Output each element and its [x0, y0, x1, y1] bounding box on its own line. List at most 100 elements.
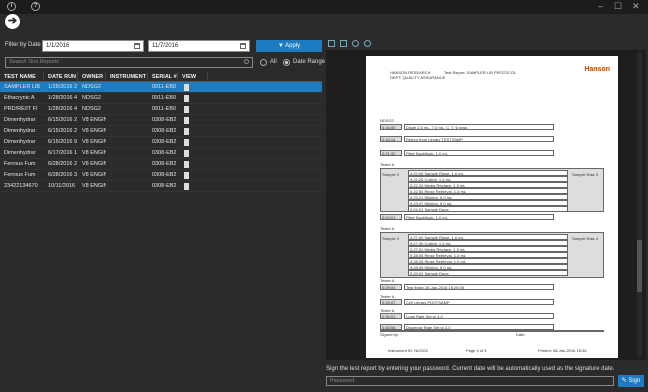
close-icon[interactable]: ✕ [632, 1, 640, 11]
col-date-run[interactable]: DATE RUN [44, 72, 78, 82]
table-cell: V8 ENGINEERI [82, 161, 106, 167]
table-row[interactable]: Ethacrynic A 1/28/2016 4 NDSG2 0911-EB0 [0, 93, 322, 104]
report-time: 0:24:01 [382, 215, 396, 220]
table-cell: 0308-EB2 [152, 139, 177, 145]
table-row[interactable]: Dimenhydrar 6/15/2016 2 V8 ENGINEERI 0308-E… [0, 126, 322, 137]
back-arrow-icon[interactable]: ➔ [5, 14, 20, 29]
view-document-icon[interactable] [184, 84, 189, 91]
table-row[interactable]: Ferrous Fum 6/28/2016 3 V8 ENGINEERI 0308-E… [0, 170, 322, 181]
table-cell [106, 93, 148, 104]
reports-table: TEST NAME DATE RUN OWNER INSTRUMENT SERI… [0, 72, 322, 192]
table-cell: Dimenhydrar [4, 117, 36, 123]
table-cell [106, 82, 148, 93]
table-cell [106, 126, 148, 137]
table-cell: V8 ENGINEERI [82, 150, 106, 156]
end-date-value: 11/7/2016 [152, 43, 179, 49]
report-grid-text: 0:24:01 Sample Done [410, 207, 449, 212]
report-page: HANSON RESEARCH DEPT: QUALITY ASSURANCE … [366, 56, 618, 358]
search-icon[interactable] [244, 59, 249, 64]
radio-all[interactable] [260, 59, 267, 66]
report-time: 0:29:04 [382, 285, 396, 290]
table-row[interactable]: PRD/RE/IT FI 1/28/2016 4 NDSG2 0911-EB0 [0, 104, 322, 115]
table-cell: SAMPLER LIB [4, 84, 41, 90]
radio-all-label: All [270, 59, 277, 65]
report-step: Load Rate Set to 3.0 [406, 314, 443, 319]
table-cell: 6/16/2016 9 [48, 139, 78, 145]
table-row[interactable]: SAMPLER LIB 1/28/2016 2 NDSG2 0911-EB0 [0, 82, 322, 93]
zoom-in-icon[interactable] [352, 40, 359, 47]
view-document-icon[interactable] [184, 117, 189, 124]
table-cell: Ferrous Fum [4, 161, 36, 167]
save-icon[interactable] [328, 40, 335, 47]
password-placeholder: Password [330, 378, 355, 384]
report-time: 0:16:14 [382, 137, 396, 142]
view-document-icon[interactable] [184, 161, 189, 168]
table-cell: 6/15/2016 2 [48, 128, 78, 134]
calendar-icon[interactable] [134, 43, 140, 49]
table-row[interactable]: Dimenhydrar 6/16/2016 9 V8 ENGINEERI 0308-E… [0, 137, 322, 148]
col-owner[interactable]: OWNER [78, 72, 106, 82]
maximize-icon[interactable]: ☐ [614, 1, 622, 11]
table-cell: Dimenhydrar [4, 128, 36, 134]
view-document-icon[interactable] [184, 172, 189, 179]
zoom-out-icon[interactable] [364, 40, 371, 47]
report-time: 0:21:32 [382, 151, 396, 156]
col-test-name[interactable]: TEST NAME [0, 72, 44, 82]
table-cell: V8 ENGINEERI [82, 183, 106, 189]
calendar-icon[interactable] [240, 43, 246, 49]
view-document-icon[interactable] [184, 150, 189, 157]
password-input[interactable]: Password [326, 376, 614, 386]
signed-by-label: Signed by: [380, 332, 399, 337]
print-icon[interactable] [340, 40, 347, 47]
table-cell: 0308-EB2 [152, 117, 177, 123]
table-row[interactable]: Ferrous Fum 6/28/2016 2 V8 ENGINEERI 0308-E… [0, 159, 322, 170]
apply-button[interactable]: ▼ Apply [256, 40, 322, 52]
report-step: Filter Backflush, 1.0 mL [406, 215, 448, 220]
info-icon[interactable]: i [7, 2, 16, 11]
signature-line [380, 330, 604, 332]
table-cell: V8 ENGINEERI [82, 172, 106, 178]
table-header: TEST NAME DATE RUN OWNER INSTRUMENT SERI… [0, 72, 322, 82]
report-tester: Tester A [380, 278, 395, 283]
table-cell: NDSG2 [82, 106, 101, 112]
sign-prompt: Sign the test report by entering your pa… [326, 366, 615, 372]
table-cell: 1/28/2016 4 [48, 106, 78, 112]
view-document-icon[interactable] [184, 106, 189, 113]
table-cell: 0308-EB2 [152, 150, 177, 156]
table-row[interactable]: Dimenhydrar 6/17/2016 1 V8 ENGINEERI 0308-E… [0, 148, 322, 159]
col-serial[interactable]: SERIAL # [148, 72, 178, 82]
start-date-field[interactable]: 1/1/2016 [42, 40, 144, 52]
viewer-scrollbar[interactable] [637, 52, 642, 356]
table-cell: 1/28/2016 4 [48, 95, 78, 101]
report-tester: Tester A [380, 226, 395, 231]
minimize-icon[interactable]: – [598, 1, 603, 11]
report-tester: Tester A [380, 162, 395, 167]
report-step: Return from Library TESTSAMP [406, 137, 464, 142]
sign-button[interactable]: ✎ Sign [618, 375, 644, 387]
report-sample: Sample 4 [382, 236, 399, 241]
help-icon[interactable]: ? [31, 2, 40, 11]
table-cell: 0308-EB2 [152, 128, 177, 134]
table-cell: NDSG2 [82, 95, 101, 101]
table-cell: V8 ENGINEERI [82, 139, 106, 145]
table-row[interactable]: Dimenhydrar 6/15/2016 2 V8 ENGINEERI 0308-E… [0, 115, 322, 126]
viewer-scroll-thumb[interactable] [637, 240, 642, 292]
view-document-icon[interactable] [184, 128, 189, 135]
filter-label: Filter by Date [5, 42, 41, 48]
table-cell: V8 ENGINEERI [82, 128, 106, 134]
search-input[interactable]: Search Test Reports [5, 57, 253, 68]
col-instrument[interactable]: INSTRUMENT [106, 72, 148, 82]
table-cell [106, 137, 148, 148]
view-document-icon[interactable] [184, 139, 189, 146]
report-step: Dilute 2.5 mL, 7.0 mL, C, T, 6 rows [406, 125, 468, 130]
report-step: Test finish 28-Jan-2016 15:26:05 [406, 285, 465, 290]
report-sample: Sample 3 [382, 172, 399, 177]
view-document-icon[interactable] [184, 95, 189, 102]
radio-date-range[interactable] [283, 59, 290, 66]
view-document-icon[interactable] [184, 183, 189, 190]
table-row[interactable]: 23422134670 10/11/2016 V8 ENGINEERI 0308-EB… [0, 181, 322, 192]
radio-date-range-label: Date Range [293, 59, 326, 65]
end-date-field[interactable]: 11/7/2016 [148, 40, 250, 52]
table-cell: NDSG2 [82, 84, 101, 90]
col-view[interactable]: VIEW [178, 72, 208, 82]
